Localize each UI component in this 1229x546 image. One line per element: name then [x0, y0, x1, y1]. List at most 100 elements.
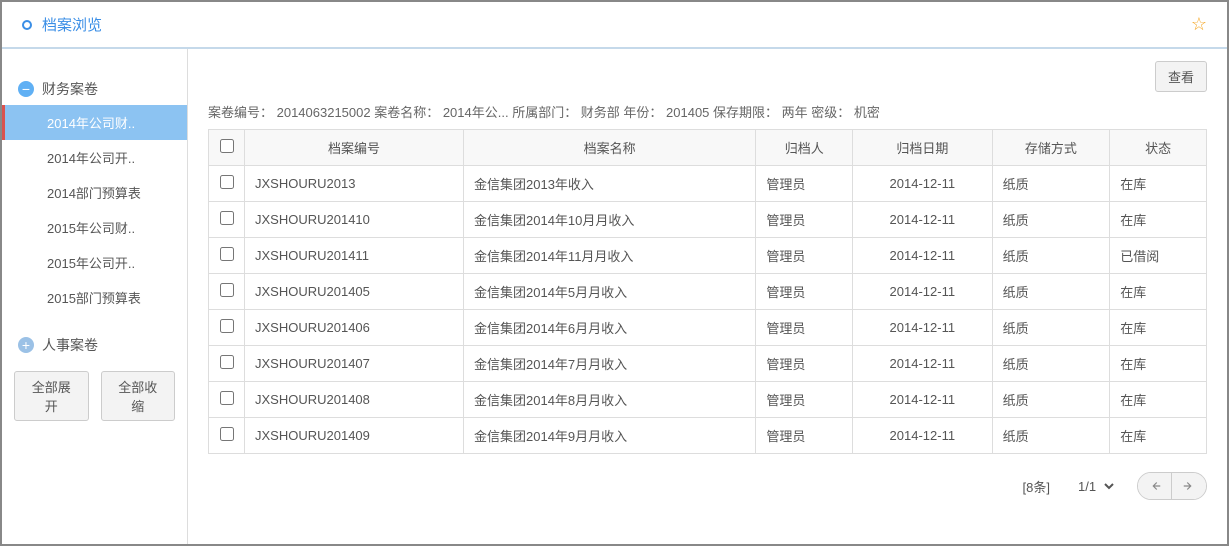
- cell-date: 2014-12-11: [853, 382, 992, 418]
- column-header: 归档日期: [853, 130, 992, 166]
- column-header: 档案名称: [464, 130, 756, 166]
- main-content: 查看 案卷编号： 2014063215002 案卷名称： 2014年公... 所…: [188, 49, 1227, 544]
- body: 财务案卷2014年公司财..2014年公司开..2014部门预算表2015年公司…: [2, 49, 1227, 544]
- cell-archiver: 管理员: [756, 202, 853, 238]
- row-select-cell: [209, 202, 245, 238]
- cell-code: JXSHOURU201411: [245, 238, 464, 274]
- cell-date: 2014-12-11: [853, 274, 992, 310]
- select-all-header: [209, 130, 245, 166]
- view-button[interactable]: 查看: [1155, 61, 1207, 92]
- expand-all-button[interactable]: 全部展开: [14, 371, 89, 421]
- cell-storage: 纸质: [992, 418, 1110, 454]
- cell-storage: 纸质: [992, 310, 1110, 346]
- cell-archiver: 管理员: [756, 418, 853, 454]
- row-select-cell: [209, 238, 245, 274]
- cell-storage: 纸质: [992, 274, 1110, 310]
- cell-name: 金信集团2014年9月月收入: [464, 418, 756, 454]
- arrow-left-icon: [1148, 479, 1162, 493]
- cell-storage: 纸质: [992, 166, 1110, 202]
- arrow-right-icon: [1182, 479, 1196, 493]
- cell-status: 在库: [1110, 202, 1207, 238]
- app-container: 档案浏览 ☆ 财务案卷 2014年公司财..2014年公司开..2014部门预算表…: [0, 0, 1229, 546]
- tree-group-label: 财务案卷: [42, 79, 98, 99]
- table-row: JXSHOURU2013金信集团2013年收入管理员2014-12-11纸质在库: [209, 166, 1207, 202]
- row-checkbox[interactable]: [220, 211, 234, 225]
- cell-storage: 纸质: [992, 346, 1110, 382]
- favorite-star-icon[interactable]: ☆: [1191, 14, 1207, 35]
- cell-date: 2014-12-11: [853, 418, 992, 454]
- cell-date: 2014-12-11: [853, 166, 992, 202]
- toolbar: 查看: [208, 61, 1207, 92]
- cell-storage: 纸质: [992, 382, 1110, 418]
- cell-name: 金信集团2014年8月月收入: [464, 382, 756, 418]
- cell-date: 2014-12-11: [853, 238, 992, 274]
- cell-status: 在库: [1110, 346, 1207, 382]
- row-select-cell: [209, 346, 245, 382]
- row-select-cell: [209, 274, 245, 310]
- page-title: 档案浏览: [42, 14, 1191, 35]
- cell-code: JXSHOURU201407: [245, 346, 464, 382]
- row-checkbox[interactable]: [220, 319, 234, 333]
- row-checkbox[interactable]: [220, 283, 234, 297]
- pager-count: [8条]: [1023, 477, 1050, 496]
- tree-item[interactable]: 2015年公司财..: [2, 210, 187, 245]
- cell-archiver: 管理员: [756, 382, 853, 418]
- row-checkbox[interactable]: [220, 355, 234, 369]
- tree-item[interactable]: 2014部门预算表: [2, 175, 187, 210]
- cell-code: JXSHOURU2013: [245, 166, 464, 202]
- sidebar-actions: 全部展开 全部收缩: [2, 361, 187, 431]
- tree: 财务案卷2014年公司财..2014年公司开..2014部门预算表2015年公司…: [2, 59, 187, 361]
- row-checkbox[interactable]: [220, 391, 234, 405]
- cell-status: 在库: [1110, 310, 1207, 346]
- cell-code: JXSHOURU201405: [245, 274, 464, 310]
- collapse-icon: [18, 81, 34, 97]
- tree-group-label: 人事案卷: [42, 335, 98, 355]
- pager-page-select[interactable]: 1/1: [1070, 476, 1117, 497]
- tree-group-header[interactable]: 财务案卷: [2, 73, 187, 105]
- cell-name: 金信集团2013年收入: [464, 166, 756, 202]
- table-row: JXSHOURU201405金信集团2014年5月月收入管理员2014-12-1…: [209, 274, 1207, 310]
- select-all-checkbox[interactable]: [220, 139, 234, 153]
- row-checkbox[interactable]: [220, 247, 234, 261]
- row-checkbox[interactable]: [220, 175, 234, 189]
- cell-storage: 纸质: [992, 202, 1110, 238]
- column-header: 档案编号: [245, 130, 464, 166]
- column-header: 存储方式: [992, 130, 1110, 166]
- cell-code: JXSHOURU201406: [245, 310, 464, 346]
- cell-storage: 纸质: [992, 238, 1110, 274]
- pager-next-button[interactable]: [1172, 473, 1206, 499]
- row-select-cell: [209, 310, 245, 346]
- tree-group-header[interactable]: 人事案卷: [2, 329, 187, 361]
- row-select-cell: [209, 166, 245, 202]
- cell-status: 在库: [1110, 274, 1207, 310]
- table-row: JXSHOURU201407金信集团2014年7月月收入管理员2014-12-1…: [209, 346, 1207, 382]
- tree-item[interactable]: 2015年公司开..: [2, 245, 187, 280]
- cell-date: 2014-12-11: [853, 202, 992, 238]
- cell-name: 金信集团2014年10月月收入: [464, 202, 756, 238]
- row-checkbox[interactable]: [220, 427, 234, 441]
- row-select-cell: [209, 418, 245, 454]
- header-bullet-icon: [22, 20, 32, 30]
- table-row: JXSHOURU201409金信集团2014年9月月收入管理员2014-12-1…: [209, 418, 1207, 454]
- tree-item[interactable]: 2014年公司开..: [2, 140, 187, 175]
- table-row: JXSHOURU201410金信集团2014年10月月收入管理员2014-12-…: [209, 202, 1207, 238]
- tree-item[interactable]: 2014年公司财..: [2, 105, 187, 140]
- sidebar: 财务案卷2014年公司财..2014年公司开..2014部门预算表2015年公司…: [2, 49, 188, 544]
- cell-date: 2014-12-11: [853, 310, 992, 346]
- cell-archiver: 管理员: [756, 274, 853, 310]
- cell-date: 2014-12-11: [853, 346, 992, 382]
- tree-item[interactable]: 2015部门预算表: [2, 280, 187, 315]
- column-header: 归档人: [756, 130, 853, 166]
- cell-status: 在库: [1110, 166, 1207, 202]
- table-row: JXSHOURU201411金信集团2014年11月月收入管理员2014-12-…: [209, 238, 1207, 274]
- cell-archiver: 管理员: [756, 238, 853, 274]
- column-header: 状态: [1110, 130, 1207, 166]
- archive-table: 档案编号档案名称归档人归档日期存储方式状态 JXSHOURU2013金信集团20…: [208, 129, 1207, 454]
- pager-prev-button[interactable]: [1138, 473, 1172, 499]
- collapse-all-button[interactable]: 全部收缩: [101, 371, 176, 421]
- row-select-cell: [209, 382, 245, 418]
- cell-name: 金信集团2014年5月月收入: [464, 274, 756, 310]
- cell-name: 金信集团2014年7月月收入: [464, 346, 756, 382]
- cell-archiver: 管理员: [756, 346, 853, 382]
- cell-status: 在库: [1110, 418, 1207, 454]
